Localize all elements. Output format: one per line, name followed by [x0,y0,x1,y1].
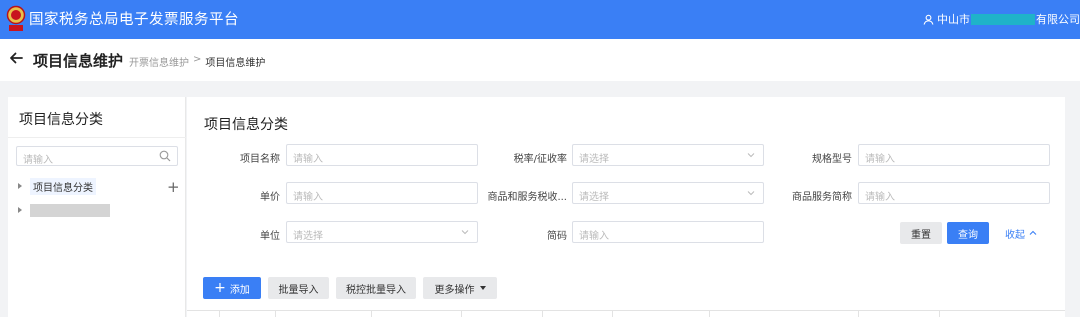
unit-label: 单位 [260,231,280,242]
goods-tax-code-select[interactable]: 请选择 [572,182,764,204]
unit-price-label: 单价 [260,192,280,203]
reset-button[interactable]: 重置 [900,222,942,244]
add-category-icon[interactable]: + [167,180,180,195]
table-column-divider [542,311,543,317]
goods-tax-code-placeholder: 请选择 [579,192,609,203]
add-button[interactable]: + 添加 [203,277,261,299]
unit-placeholder: 请选择 [293,231,323,242]
main-title: 项目信息分类 [204,117,288,133]
sidebar-search-input[interactable]: 请输入 [16,146,178,166]
table-column-divider [858,311,859,317]
short-code-input[interactable]: 请输入 [572,221,764,243]
sidebar-search-placeholder: 请输入 [23,155,53,166]
breadcrumb-separator: > [193,54,202,65]
user-account[interactable]: 中山市 有限公司 [923,11,1080,27]
user-company-suffix: 有限公司 [1036,13,1080,26]
spec-model-label: 规格型号 [812,154,852,165]
expand-caret-icon[interactable] [18,207,22,213]
sidebar-divider [8,137,186,138]
more-actions-button[interactable]: 更多操作 [423,277,497,299]
tax-rate-placeholder: 请选择 [579,154,609,165]
item-name-input[interactable]: 请输入 [286,144,478,166]
table-column-divider [461,311,462,317]
plus-icon: + [214,280,226,296]
table-column-divider [612,311,613,317]
item-name-label: 项目名称 [240,154,280,165]
tax-emblem-icon [6,5,26,31]
top-bar: 国家税务总局电子发票服务平台 中山市 有限公司 [0,0,1080,39]
tax-rate-select[interactable]: 请选择 [572,144,764,166]
table-column-divider [219,311,220,317]
item-name-placeholder: 请输入 [293,154,323,165]
add-label: 添加 [229,284,250,296]
page-header: 项目信息维护 开票信息维护 > 项目信息维护 [0,39,1080,81]
table-header [187,310,1065,317]
main-panel: 项目信息分类 项目名称 请输入 税率/征收率 请选择 规格型号 请输入 单价 请… [187,97,1065,317]
goods-short-name-label: 商品服务简称 [792,192,852,203]
table-column-divider [939,311,940,317]
page-title: 项目信息维护 [33,52,124,70]
caret-down-icon [479,286,486,290]
breadcrumb: 开票信息维护 > 项目信息维护 [129,54,265,69]
tax-rate-label: 税率/征收率 [513,154,567,165]
spec-model-placeholder: 请输入 [865,154,895,165]
unit-price-placeholder: 请输入 [293,192,323,203]
app-title: 国家税务总局电子发票服务平台 [29,12,239,28]
table-column-divider [371,311,372,317]
tree-node-label[interactable]: 项目信息分类 [30,177,96,195]
short-code-label: 简码 [547,231,567,242]
unit-select[interactable]: 请选择 [286,221,478,243]
tree-node-redacted[interactable] [18,202,110,218]
goods-short-name-input[interactable]: 请输入 [858,182,1050,204]
spec-model-input[interactable]: 请输入 [858,144,1050,166]
breadcrumb-item-current: 项目信息维护 [205,58,266,69]
collapse-label: 收起 [1005,229,1025,241]
query-button[interactable]: 查询 [947,222,989,244]
redacted-company-name [971,13,1035,25]
more-actions-label: 更多操作 [434,284,475,296]
user-company-prefix: 中山市 [937,13,970,26]
table-column-divider [275,311,276,317]
search-icon[interactable] [159,150,171,162]
breadcrumb-item-invoice-info[interactable]: 开票信息维护 [129,54,189,69]
back-arrow-icon[interactable] [8,50,24,66]
tree-node-item-category[interactable]: 项目信息分类 [18,177,96,195]
tax-batch-import-button[interactable]: 税控批量导入 [336,277,416,299]
sidebar-title: 项目信息分类 [19,112,103,128]
unit-price-input[interactable]: 请输入 [286,182,478,204]
redacted-tree-label [30,203,110,217]
user-icon [923,14,934,25]
collapse-button[interactable]: 收起 [1001,222,1041,244]
table-column-divider [709,311,710,317]
goods-short-name-placeholder: 请输入 [865,192,895,203]
short-code-placeholder: 请输入 [579,231,609,242]
expand-caret-icon[interactable] [18,183,22,189]
batch-import-button[interactable]: 批量导入 [268,277,329,299]
goods-tax-code-label: 商品和服务税收... [487,192,567,203]
category-sidebar: 项目信息分类 请输入 项目信息分类 + [8,97,186,317]
chevron-up-icon [1029,230,1037,235]
